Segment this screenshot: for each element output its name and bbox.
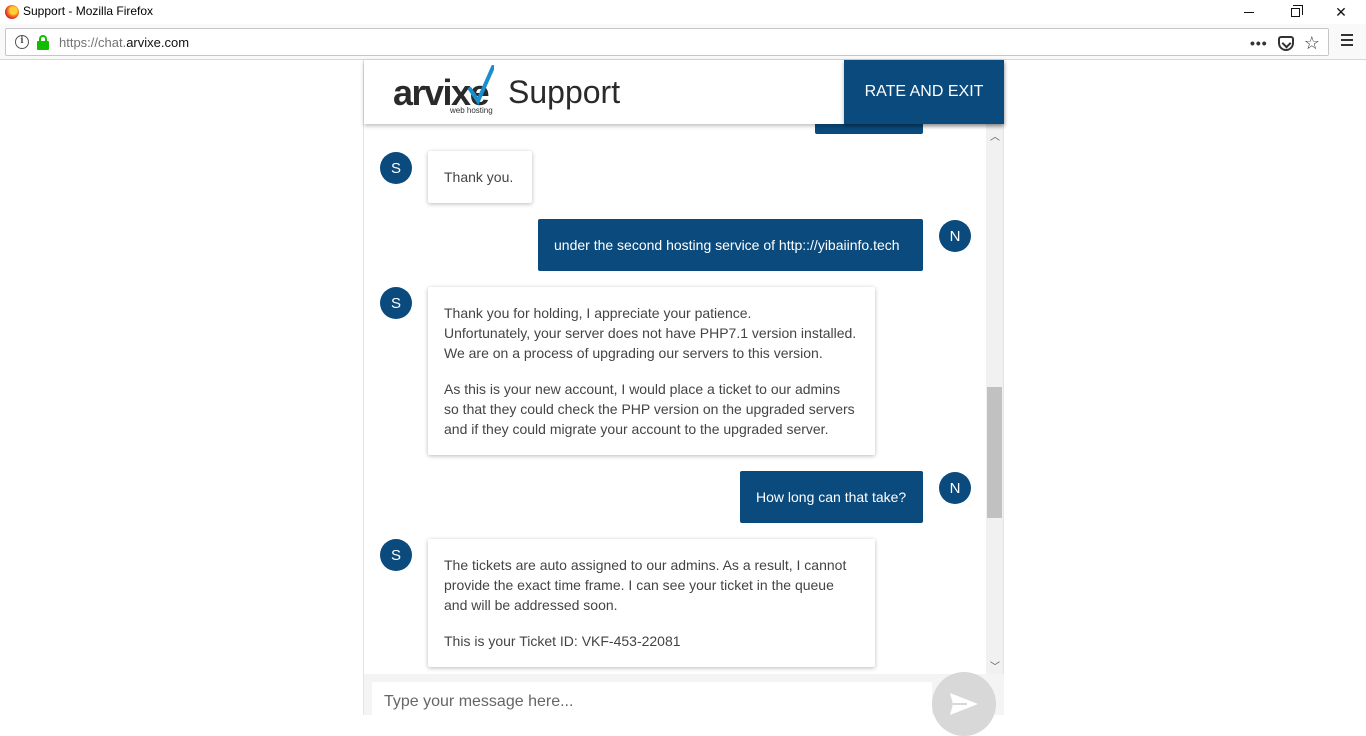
- scroll-up-icon[interactable]: ︿: [990, 128, 1000, 143]
- close-window-button[interactable]: ✕: [1318, 0, 1364, 24]
- avatar: S: [380, 152, 412, 184]
- url-prefix: https://chat.: [59, 35, 127, 50]
- message-bubble-support: Thank you.: [428, 151, 532, 203]
- lock-icon[interactable]: [36, 35, 50, 51]
- window-titlebar: Support - Mozilla Firefox ✕: [0, 0, 1366, 24]
- chat-header: arvixe web hosting Support RATE AND EXIT: [364, 60, 1004, 124]
- url-text[interactable]: https://chat.arvixe.com: [59, 35, 189, 50]
- logo-check-icon: [468, 65, 494, 105]
- pocket-icon[interactable]: [1277, 35, 1294, 51]
- avatar: N: [939, 220, 971, 252]
- send-icon: [950, 693, 978, 715]
- send-button[interactable]: [932, 672, 996, 736]
- page-actions: ••• ☆: [1250, 33, 1320, 53]
- close-icon: ✕: [1335, 3, 1347, 20]
- message-text: Thank you for holding, I appreciate your…: [444, 305, 857, 361]
- composer: [364, 672, 1004, 736]
- support-title: Support: [508, 74, 621, 110]
- avatar: N: [939, 472, 971, 504]
- chat-widget: arvixe web hosting Support RATE AND EXIT…: [363, 60, 1004, 736]
- message-input[interactable]: [372, 682, 932, 722]
- minimize-button[interactable]: [1226, 0, 1272, 24]
- message-text: This is your Ticket ID: VKF-453-22081: [444, 633, 681, 649]
- restore-icon: [1290, 4, 1303, 17]
- more-dots-icon[interactable]: •••: [1250, 35, 1268, 51]
- message-bubble-user: How long can that take?: [740, 471, 923, 523]
- url-host: arvixe.com: [126, 35, 190, 50]
- message-scrollbar[interactable]: ︿ ﹀: [986, 124, 1003, 674]
- avatar: S: [380, 287, 412, 319]
- firefox-icon: [5, 5, 19, 19]
- browser-toolbar: i https://chat.arvixe.com ••• ☆: [0, 24, 1366, 60]
- restore-button[interactable]: [1272, 0, 1318, 24]
- avatar: S: [380, 539, 412, 571]
- rate-and-exit-button[interactable]: RATE AND EXIT: [844, 60, 1004, 124]
- site-info-icon[interactable]: i: [15, 35, 29, 49]
- message-text: As this is your new account, I would pla…: [444, 381, 855, 437]
- bookmark-star-icon[interactable]: ☆: [1304, 34, 1320, 52]
- message-text: Thank you.: [444, 169, 514, 185]
- message-bubble-user: under the second hosting service of http…: [538, 219, 923, 271]
- menu-icon[interactable]: [1341, 34, 1353, 46]
- message-bubble-support: The tickets are auto assigned to our adm…: [428, 539, 875, 667]
- url-bar[interactable]: i https://chat.arvixe.com ••• ☆: [5, 28, 1329, 56]
- message-bubble-support: Thank you for holding, I appreciate your…: [428, 287, 875, 455]
- scroll-thumb[interactable]: [987, 387, 1002, 518]
- window-title: Support - Mozilla Firefox: [23, 4, 154, 18]
- message-text: The tickets are auto assigned to our adm…: [444, 557, 847, 613]
- minimize-icon: [1244, 11, 1254, 13]
- message-list[interactable]: S Thank you. under the second hosting se…: [364, 124, 1004, 674]
- scroll-down-icon[interactable]: ﹀: [990, 658, 1000, 673]
- logo-subtitle: web hosting: [450, 106, 493, 115]
- message-bubble-partial: [815, 124, 923, 134]
